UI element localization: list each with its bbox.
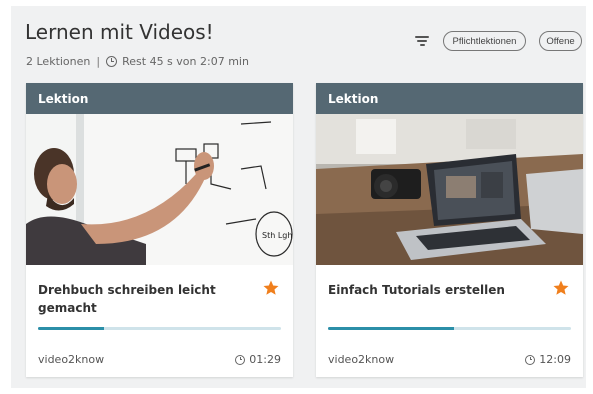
lesson-card[interactable]: Lektion Einfach Tutorials erstellen vide… bbox=[316, 83, 583, 377]
lessons-panel: Lernen mit Videos! 2 Lektionen | Rest 45… bbox=[11, 6, 586, 388]
provider-name: video2know bbox=[38, 353, 105, 366]
page-title: Lernen mit Videos! bbox=[25, 20, 214, 44]
progress-fill bbox=[38, 327, 104, 330]
svg-text:Sth Lgh: Sth Lgh bbox=[262, 231, 292, 240]
filter-icon[interactable] bbox=[415, 35, 429, 47]
duration-value: 01:29 bbox=[249, 353, 281, 366]
lesson-thumbnail-image[interactable]: Sth Lgh bbox=[26, 114, 293, 265]
meta-separator: | bbox=[96, 55, 101, 68]
remaining-time: Rest 45 s von 2:07 min bbox=[122, 55, 249, 68]
filter-required-lessons-button[interactable]: Pflichtlektionen bbox=[443, 31, 526, 51]
duration-value: 12:09 bbox=[539, 353, 571, 366]
star-icon[interactable] bbox=[552, 279, 570, 297]
progress-bar bbox=[328, 327, 571, 330]
duration: 12:09 bbox=[525, 353, 571, 366]
duration: 01:29 bbox=[235, 353, 281, 366]
card-header: Lektion bbox=[26, 83, 293, 114]
card-header: Lektion bbox=[316, 83, 583, 114]
clock-icon bbox=[235, 354, 246, 365]
clock-icon bbox=[525, 354, 536, 365]
lesson-title[interactable]: Drehbuch schreiben leicht gemacht bbox=[38, 281, 248, 317]
lesson-card[interactable]: Lektion Sth Lgh Drehbuch schreiben leich… bbox=[26, 83, 293, 377]
star-icon[interactable] bbox=[262, 279, 280, 297]
filter-open-button[interactable]: Offene bbox=[539, 31, 582, 51]
lessons-meta: 2 Lektionen | Rest 45 s von 2:07 min bbox=[26, 55, 249, 68]
lesson-count: 2 Lektionen bbox=[26, 55, 91, 68]
progress-fill bbox=[328, 327, 455, 330]
lesson-thumbnail-image[interactable] bbox=[316, 114, 583, 265]
clock-icon bbox=[106, 56, 118, 67]
progress-bar bbox=[38, 327, 281, 330]
provider-name: video2know bbox=[328, 353, 395, 366]
lesson-title[interactable]: Einfach Tutorials erstellen bbox=[328, 281, 538, 299]
